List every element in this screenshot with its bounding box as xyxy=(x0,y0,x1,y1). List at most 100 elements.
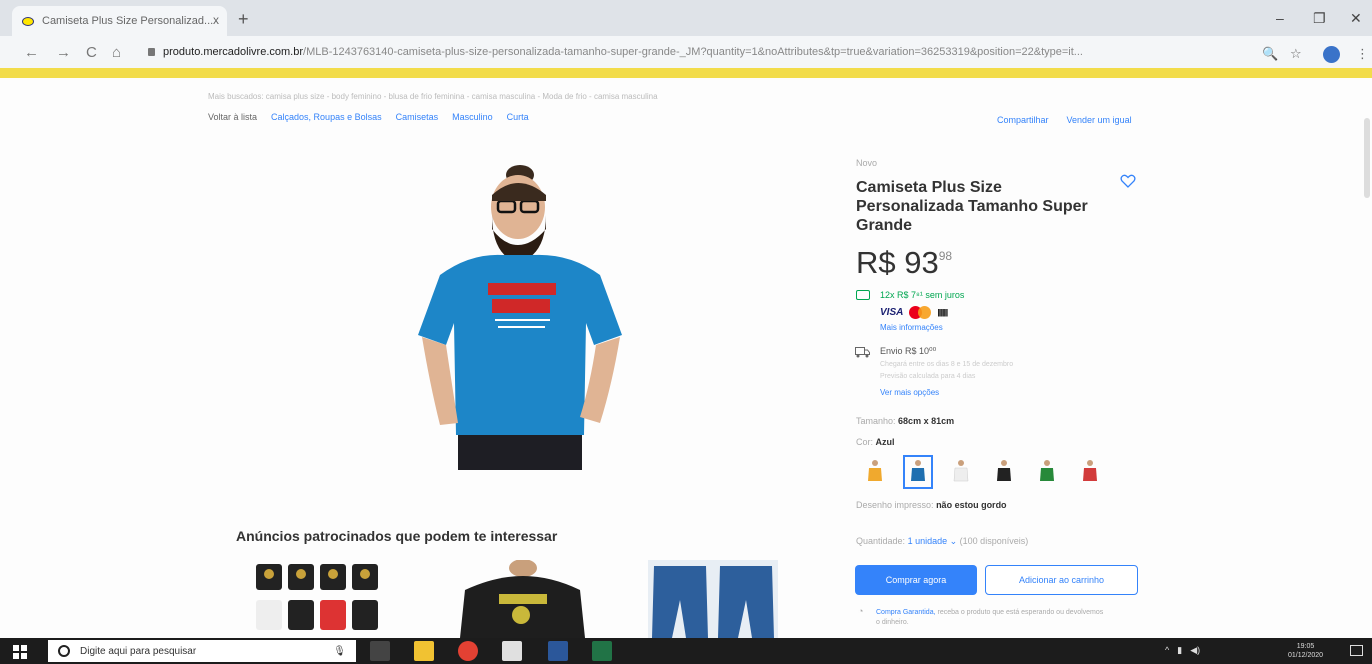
url-host: produto.mercadolivre.com.br xyxy=(163,46,304,58)
minimize-button[interactable]: – xyxy=(1276,10,1284,26)
search-circle-icon xyxy=(58,645,70,657)
price: R$ 9398 xyxy=(856,245,952,281)
swatch-red[interactable] xyxy=(1075,455,1105,489)
close-window-button[interactable]: ✕ xyxy=(1350,10,1362,27)
tray-chevron-icon[interactable]: ^ xyxy=(1165,645,1169,656)
shipping-note: Previsão calculada para 4 dias xyxy=(880,373,976,380)
print-design-row: Desenho impresso: não estou gordo xyxy=(856,500,1007,510)
swatch-yellow[interactable] xyxy=(860,455,890,489)
condition-label: Novo xyxy=(856,158,878,168)
swatch-black[interactable] xyxy=(989,455,1019,489)
add-to-cart-button[interactable]: Adicionar ao carrinho xyxy=(985,565,1138,595)
system-tray: ^ ▮ ◀) xyxy=(1165,645,1200,656)
url-field[interactable]: produto.mercadolivre.com.br/MLB-12437631… xyxy=(148,41,1253,63)
ad-product-jeans[interactable] xyxy=(648,560,778,638)
forward-button[interactable]: → xyxy=(56,44,71,61)
guarantee-text: Compra Garantida, receba o produto que e… xyxy=(876,608,1106,628)
back-button[interactable]: ← xyxy=(24,44,39,61)
shipping-price: Envio R$ 10⁰⁰ xyxy=(880,346,937,356)
share-link[interactable]: Compartilhar xyxy=(997,115,1049,125)
shield-icon: ◔ xyxy=(858,606,864,616)
tab-title: Camiseta Plus Size Personalizad... xyxy=(42,15,214,27)
product-title: Camiseta Plus Size Personalizada Tamanho… xyxy=(856,179,1088,234)
product-photo[interactable] xyxy=(400,155,640,475)
payment-methods: VISA |||||||| xyxy=(880,306,948,319)
chrome-icon[interactable] xyxy=(458,641,478,661)
color-swatches xyxy=(860,455,1105,489)
quantity-available: (100 disponíveis) xyxy=(959,536,1029,546)
page-body xyxy=(0,78,1372,638)
shipping-more-options-link[interactable]: Ver mais opções xyxy=(880,388,939,397)
bookmark-star-icon[interactable]: ☆ xyxy=(1290,46,1302,62)
taskbar-search[interactable]: Digite aqui para pesquisar 🎙 xyxy=(48,640,356,662)
mastercard-logo-icon xyxy=(909,306,932,319)
microphone-icon[interactable]: 🎙 xyxy=(333,646,346,657)
ad-product-black-tshirt[interactable] xyxy=(455,560,590,638)
guarantee-link[interactable]: Compra Garantida, xyxy=(876,609,936,616)
task-view-icon[interactable] xyxy=(370,641,390,661)
tab-active[interactable]: Camiseta Plus Size Personalizad... x xyxy=(12,6,227,36)
color-label: Cor: xyxy=(856,437,874,447)
excel-icon[interactable] xyxy=(592,641,612,661)
breadcrumb-item[interactable]: Calçados, Roupas e Bolsas xyxy=(271,112,382,122)
sell-similar-link[interactable]: Vender um igual xyxy=(1067,115,1132,125)
breadcrumb-item[interactable]: Camisetas xyxy=(396,112,439,122)
clock[interactable]: 19:05 01/12/2020 xyxy=(1288,642,1323,660)
back-to-list-link[interactable]: Voltar à lista xyxy=(208,112,257,122)
credit-card-icon xyxy=(856,290,870,300)
boleto-logo: |||||||| xyxy=(937,308,948,317)
print-design-value: não estou gordo xyxy=(936,500,1007,510)
scrollbar[interactable] xyxy=(1364,118,1370,198)
file-explorer-icon[interactable] xyxy=(414,641,434,661)
profile-avatar[interactable] xyxy=(1323,46,1340,63)
visa-logo: VISA xyxy=(880,307,904,318)
sponsored-ads-title: Anúncios patrocinados que podem te inter… xyxy=(236,528,558,544)
swatch-green[interactable] xyxy=(1032,455,1062,489)
installments: 12x R$ 7⁸¹ sem juros xyxy=(880,290,965,300)
ad-product-tshirts[interactable] xyxy=(250,560,398,638)
mercadolivre-favicon-icon xyxy=(22,16,34,26)
tab-close-icon[interactable]: x xyxy=(213,13,219,27)
maximize-button[interactable]: ❐ xyxy=(1313,10,1326,27)
breadcrumb: Voltar à lista Calçados, Roupas e Bolsas… xyxy=(208,112,529,122)
new-tab-button[interactable]: + xyxy=(238,9,249,30)
print-design-label: Desenho impresso: xyxy=(856,500,934,510)
size-label: Tamanho: xyxy=(856,416,896,426)
more-info-link[interactable]: Mais informações xyxy=(880,323,943,332)
network-icon[interactable]: ▮ xyxy=(1177,645,1182,656)
photos-icon[interactable] xyxy=(502,641,522,661)
lock-icon xyxy=(148,48,155,57)
quantity-label: Quantidade: xyxy=(856,536,906,546)
truck-icon xyxy=(855,347,870,358)
tab-bar: Camiseta Plus Size Personalizad... x + –… xyxy=(0,0,1372,36)
color-row: Cor: Azul xyxy=(856,437,895,447)
clock-time: 19:05 xyxy=(1296,643,1315,650)
quantity-row: Quantidade: 1 unidade ⌄ (100 disponíveis… xyxy=(856,536,1028,547)
zoom-icon[interactable]: 🔍 xyxy=(1262,46,1278,62)
notifications-icon[interactable] xyxy=(1350,645,1363,656)
color-value: Azul xyxy=(875,437,895,447)
size-value: 68cm x 81cm xyxy=(898,416,955,426)
menu-icon[interactable]: ⋮ xyxy=(1356,46,1369,62)
quantity-select[interactable]: 1 unidade ⌄ xyxy=(908,536,958,546)
swatch-blue-selected[interactable] xyxy=(903,455,933,489)
swatch-white[interactable] xyxy=(946,455,976,489)
shipping-eta: Chegará entre os dias 8 e 15 de dezembro xyxy=(880,361,1014,368)
url-path: /MLB-1243763140-camiseta-plus-size-perso… xyxy=(303,46,1083,58)
search-history: Mais buscados: camisa plus size - body f… xyxy=(208,92,658,101)
volume-icon[interactable]: ◀) xyxy=(1190,645,1200,656)
breadcrumb-item[interactable]: Curta xyxy=(507,112,529,122)
taskbar-search-placeholder: Digite aqui para pesquisar xyxy=(80,645,197,657)
price-integer: R$ 93 xyxy=(856,245,939,280)
favorite-heart-icon[interactable] xyxy=(1120,174,1136,188)
clock-date: 01/12/2020 xyxy=(1288,652,1324,659)
home-button[interactable]: ⌂ xyxy=(112,44,121,61)
buy-now-button[interactable]: Comprar agora xyxy=(855,565,977,595)
size-row: Tamanho: 68cm x 81cm xyxy=(856,416,954,426)
windows-start-icon[interactable] xyxy=(13,645,27,659)
reload-button[interactable]: C xyxy=(86,44,97,61)
word-icon[interactable] xyxy=(548,641,568,661)
site-header-bar xyxy=(0,68,1372,78)
price-cents: 98 xyxy=(938,249,953,263)
breadcrumb-item[interactable]: Masculino xyxy=(452,112,493,122)
